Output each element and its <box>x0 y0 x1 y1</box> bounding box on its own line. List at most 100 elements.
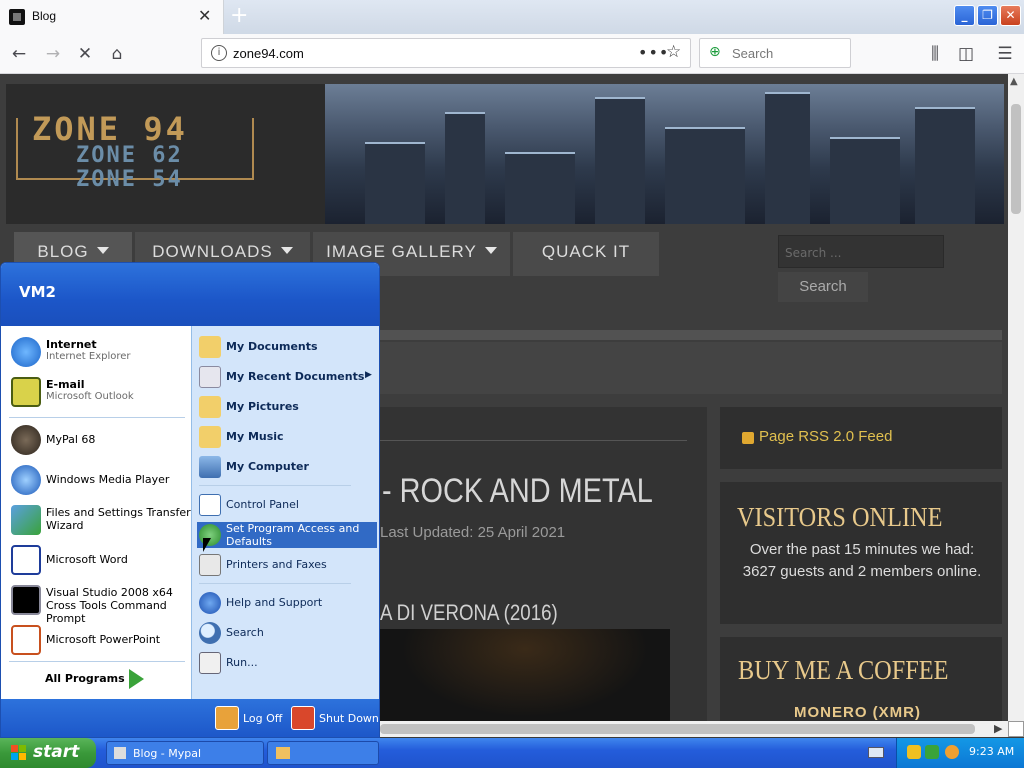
search-placeholder: Search <box>732 46 774 61</box>
all-programs-button[interactable]: All Programs <box>45 672 125 685</box>
control-panel[interactable]: Control Panel <box>197 492 377 518</box>
folder-icon <box>199 336 221 358</box>
site-logo-sub: ZONE 62 ZONE 54 <box>76 144 183 192</box>
power-icon <box>291 706 315 730</box>
keyboard-layout-icon[interactable] <box>868 747 884 758</box>
taskbar-item-blog[interactable]: Blog - Mypal <box>106 741 264 765</box>
maximize-button[interactable]: ❐ <box>977 5 998 26</box>
url-text[interactable]: zone94.com <box>233 46 304 61</box>
system-tray: 9:23 AM <box>896 738 1024 768</box>
banner-city-image <box>325 84 1004 224</box>
folder-icon <box>199 426 221 448</box>
search-input[interactable]: ⊕ Search <box>699 38 851 68</box>
divider <box>380 330 1002 340</box>
article-date: Last Updated: 25 April 2021 <box>380 524 566 541</box>
program-internet[interactable]: Internet Internet Explorer <box>9 333 189 371</box>
run[interactable]: Run... <box>197 650 377 676</box>
help-and-support[interactable]: Help and Support <box>197 590 377 616</box>
scrollbar-thumb[interactable] <box>1011 104 1021 214</box>
coffee-heading: BUY ME A COFFEE <box>738 655 949 685</box>
rss-widget: Page RSS 2.0 Feed <box>720 407 1002 469</box>
program-email[interactable]: E-mail Microsoft Outlook <box>9 373 189 411</box>
set-program-access[interactable]: Set Program Access and Defaults <box>197 522 377 548</box>
scrollbar-thumb[interactable] <box>380 724 975 734</box>
url-bar[interactable]: i zone94.com ••• ☆ <box>201 38 691 68</box>
back-arrow-icon[interactable]: ← <box>8 43 30 65</box>
place-my-computer[interactable]: My Computer <box>197 454 377 480</box>
printers-and-faxes[interactable]: Printers and Faxes <box>197 552 377 578</box>
info-icon[interactable]: i <box>211 45 227 61</box>
new-tab-button[interactable]: + <box>230 3 248 28</box>
scroll-up-icon[interactable]: ▲ <box>1010 76 1018 87</box>
scroll-right-icon[interactable]: ▶ <box>994 722 1002 735</box>
ie-icon <box>11 337 41 367</box>
separator <box>199 583 351 584</box>
network-icon[interactable] <box>925 745 939 759</box>
separator <box>199 485 351 486</box>
place-my-recent-documents[interactable]: My Recent Documents ▶ <box>197 364 377 390</box>
program-transfer-wizard[interactable]: Files and Settings Transfer Wizard <box>9 501 191 539</box>
computer-icon <box>199 456 221 478</box>
dropdown-caret-icon <box>96 247 109 254</box>
search-magnifier-icon <box>199 622 221 644</box>
article-title[interactable]: - ROCK AND METAL <box>382 472 653 511</box>
clock: 9:23 AM <box>969 745 1015 758</box>
scroll-corner <box>1008 721 1024 737</box>
place-my-pictures[interactable]: My Pictures <box>197 394 377 420</box>
hamburger-menu-icon[interactable]: ☰ <box>994 43 1016 65</box>
site-favicon-icon <box>9 9 25 25</box>
place-my-music[interactable]: My Music <box>197 424 377 450</box>
start-menu: VM2 Internet Internet Explorer E-mail Mi… <box>0 262 380 738</box>
article-image[interactable] <box>380 629 670 721</box>
tab-blog[interactable]: Blog ✕ <box>0 0 224 34</box>
taskbar: start Blog - Mypal 9:23 AM <box>0 738 1024 768</box>
mouse-cursor-icon <box>203 538 211 552</box>
rss-link[interactable]: Page RSS 2.0 Feed <box>759 428 892 445</box>
start-button[interactable]: start <box>0 738 96 768</box>
program-word[interactable]: Microsoft Word <box>9 541 189 579</box>
nav-quack-it[interactable]: QUACK IT <box>513 232 659 276</box>
windows-flag-icon <box>11 745 27 761</box>
taskbar-item-2[interactable] <box>267 741 379 765</box>
place-my-documents[interactable]: My Documents <box>197 334 377 360</box>
cmd-icon <box>11 585 41 615</box>
mypal-taskbar-icon <box>114 747 126 759</box>
outlook-icon <box>11 377 41 407</box>
sidebar-icon[interactable]: ◫ <box>955 43 977 65</box>
dropdown-caret-icon <box>280 247 293 254</box>
site-search-button[interactable]: Search <box>778 272 868 302</box>
program-powerpoint[interactable]: Microsoft PowerPoint <box>9 621 189 659</box>
coffee-widget: BUY ME A COFFEE MONERO (XMR) <box>720 637 1002 721</box>
divider <box>380 440 687 441</box>
close-tab-icon[interactable]: ✕ <box>198 6 211 25</box>
home-icon[interactable]: ⌂ <box>106 43 128 65</box>
coffee-subheading: MONERO (XMR) <box>794 704 921 721</box>
minimize-button[interactable]: _ <box>954 5 975 26</box>
search-icon: ⊕ <box>709 44 721 60</box>
program-mypal[interactable]: MyPal 68 <box>9 421 189 459</box>
program-vs-command-prompt[interactable]: Visual Studio 2008 x64 Cross Tools Comma… <box>9 581 189 625</box>
mypal-icon <box>11 425 41 455</box>
page-actions-icon[interactable]: ••• <box>638 43 669 62</box>
separator <box>9 417 185 418</box>
reload-icon[interactable]: ✕ <box>74 43 96 65</box>
control-panel-icon <box>199 494 221 516</box>
library-icon[interactable]: ⫼ <box>924 43 946 65</box>
program-media-player[interactable]: Windows Media Player <box>9 461 189 499</box>
logo-sub-2: ZONE 54 <box>76 167 183 192</box>
all-programs-arrow-icon[interactable] <box>129 669 144 689</box>
vertical-scrollbar[interactable]: ▲ <box>1008 74 1024 721</box>
close-window-button[interactable]: ✕ <box>1000 5 1021 26</box>
site-search-input[interactable]: Search ... <box>778 235 944 268</box>
site-banner: ZONE 94 ZONE 62 ZONE 54 <box>6 84 1004 224</box>
start-menu-header: VM2 <box>1 263 379 326</box>
article-subtitle[interactable]: A DI VERONA (2016) <box>380 600 558 626</box>
security-shield-icon[interactable] <box>907 745 921 759</box>
bookmark-star-icon[interactable]: ☆ <box>666 42 681 62</box>
search-tray-icon[interactable] <box>945 745 959 759</box>
recent-documents-icon <box>199 366 221 388</box>
help-icon <box>199 592 221 614</box>
forward-arrow-icon[interactable]: → <box>42 43 64 65</box>
rss-icon <box>742 432 754 444</box>
search[interactable]: Search <box>197 620 377 646</box>
